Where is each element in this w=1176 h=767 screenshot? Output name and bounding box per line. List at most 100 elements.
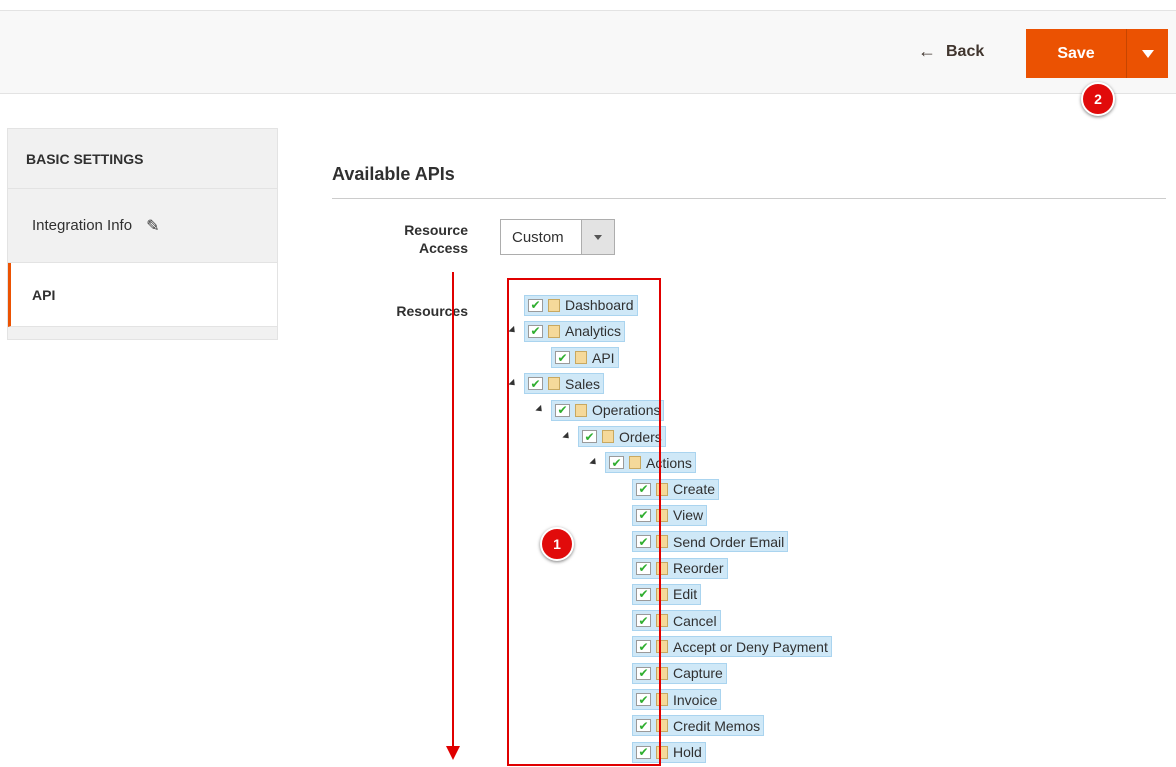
tree-node: ✔ Create [632,478,720,500]
folder-icon [656,561,668,575]
tree-node: ✔ Orders [578,426,666,448]
tree-node-label: Sales [565,375,601,392]
tree-node-checkbox[interactable]: ✔ [636,482,651,497]
tree-node-anchor[interactable]: ✔ Cancel [632,610,721,632]
tree-node-checkbox[interactable]: ✔ [555,403,570,418]
tree-node-anchor[interactable]: ✔ Dashboard [524,294,638,316]
sidebar: BASIC SETTINGS Integration Info ✎ API [7,128,278,340]
tree-node-checkbox[interactable]: ✔ [636,640,651,654]
annotation-arrow-head [446,746,460,760]
tree-node: ✔ View [632,504,708,526]
tree-expander-icon[interactable] [508,378,518,388]
tree-node: ✔ Reorder [632,557,728,579]
tree-node-anchor[interactable]: ✔ Sales [524,373,605,395]
checkmark-icon: ✔ [638,482,649,497]
folder-icon [548,377,560,391]
tree-node: ✔ Capture [632,662,727,684]
tree-node-anchor[interactable]: ✔ Analytics [524,320,626,342]
tree-node-checkbox[interactable]: ✔ [636,745,651,759]
callout-badge-2: 2 [1081,82,1115,116]
folder-icon [656,693,668,706]
caret-down-icon [594,234,602,240]
tree-node: ✔ Operations [551,399,665,421]
tree-node-checkbox[interactable]: ✔ [528,377,543,391]
tree-expander-icon[interactable] [589,457,599,467]
tree-node: ✔ Dashboard [524,294,638,316]
tree-node: ✔ Invoice [632,689,722,711]
tree-node-checkbox[interactable]: ✔ [636,508,651,522]
resource-access-select[interactable]: Custom [500,219,615,255]
save-button[interactable]: Save [1026,29,1126,78]
folder-icon [656,614,668,628]
tree-node-anchor[interactable]: ✔ Invoice [632,689,722,710]
folder-icon [602,430,614,443]
tree-node-checkbox[interactable]: ✔ [636,587,651,601]
tree-node-anchor[interactable]: ✔ View [632,504,708,526]
tree-node-anchor[interactable]: ✔ Create [632,478,720,500]
folder-icon [656,745,668,759]
tree-node-label: Hold [673,744,702,761]
tree-node: ✔ API [551,347,619,369]
tree-node-anchor[interactable]: ✔ Actions [605,452,696,474]
checkmark-icon: ✔ [638,561,649,575]
tree-node-checkbox[interactable]: ✔ [636,613,651,628]
arrow-left-icon: ← [918,41,936,61]
tree-node-anchor[interactable]: ✔ Edit [632,583,702,605]
checkmark-icon: ✔ [638,692,649,707]
tree-node-checkbox[interactable]: ✔ [636,561,651,575]
tree-node-anchor[interactable]: ✔ Accept or Deny Payment [632,636,832,658]
section-title: Available APIs [332,164,455,184]
save-options-toggle[interactable] [1126,29,1168,78]
tree-node-checkbox[interactable]: ✔ [636,719,651,733]
tree-node-checkbox[interactable]: ✔ [528,324,543,338]
sidebar-title: BASIC SETTINGS [8,129,277,189]
tree-expander-icon[interactable] [508,326,518,336]
tree-node-anchor[interactable]: ✔ Reorder [632,557,728,579]
tree-node-anchor[interactable]: ✔ Credit Memos [632,715,765,737]
tree-node-anchor[interactable]: ✔ API [551,347,619,369]
folder-icon [575,403,587,417]
tree-node-checkbox[interactable]: ✔ [636,666,651,681]
checkmark-icon: ✔ [557,350,568,365]
tree-node-checkbox[interactable]: ✔ [528,298,543,312]
tree-node-anchor[interactable]: ✔ Orders [578,426,666,447]
tree-node-anchor[interactable]: ✔ Hold [632,741,706,763]
checkmark-icon: ✔ [638,613,649,628]
tree-node-anchor[interactable]: ✔ Operations [551,399,665,421]
caret-down-icon [1141,49,1154,58]
tree-node-label: Invoice [673,691,718,708]
back-button[interactable]: ← Back [918,41,984,62]
checkmark-icon: ✔ [638,534,649,549]
tree-node-label: API [592,349,615,366]
sidebar-item-api[interactable]: API [8,263,277,327]
checkmark-icon: ✔ [584,429,595,444]
tree-node: ✔ Actions [605,452,696,474]
tree-node-label: Dashboard [565,297,634,313]
tree-node-label: Credit Memos [673,717,761,734]
tree-node-anchor[interactable]: ✔ Send Order Email [632,531,789,553]
checkmark-icon: ✔ [638,666,649,681]
tree-node-label: Create [673,481,716,498]
tree-node-checkbox[interactable]: ✔ [609,455,624,470]
tree-node-checkbox[interactable]: ✔ [555,350,570,365]
callout-badge-1: 1 [540,527,574,561]
folder-icon [656,666,668,680]
tree-expander-icon[interactable] [535,405,545,415]
back-button-label: Back [946,42,985,60]
checkmark-icon: ✔ [557,403,568,418]
checkmark-icon: ✔ [530,298,541,312]
tree-node-checkbox[interactable]: ✔ [582,430,597,443]
resources-label: Resources [396,303,468,319]
folder-icon [629,456,641,470]
tree-node: ✔ Hold [632,741,706,763]
folder-icon [548,298,560,312]
sidebar-item-integration-info[interactable]: Integration Info ✎ [8,189,277,263]
tree-node: ✔ Credit Memos [632,715,765,737]
sidebar-item-label: API [32,286,56,303]
tree-node-anchor[interactable]: ✔ Capture [632,662,727,684]
tree-node-label: View [673,507,704,524]
tree-node-checkbox[interactable]: ✔ [636,693,651,706]
tree-expander-icon[interactable] [562,431,572,441]
checkmark-icon: ✔ [611,455,622,470]
tree-node-checkbox[interactable]: ✔ [636,534,651,549]
